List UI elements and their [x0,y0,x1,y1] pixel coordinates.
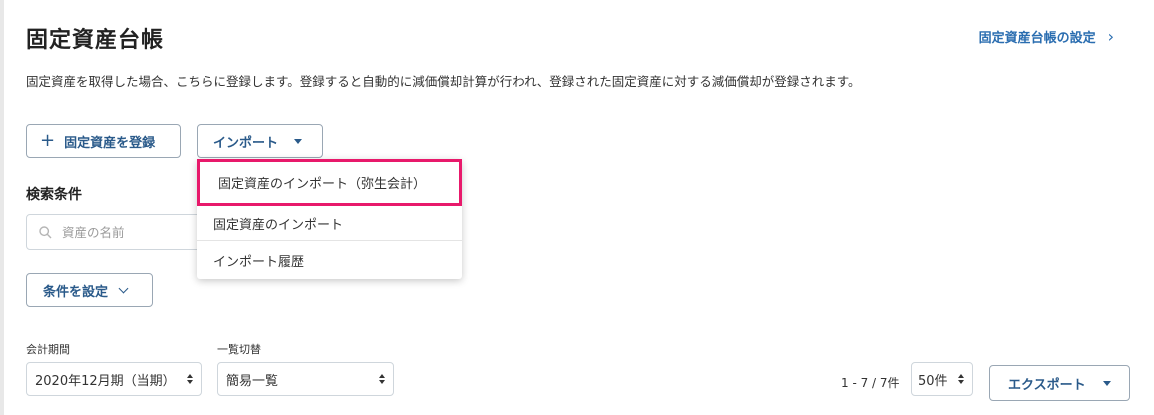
result-range: 1 - 7 / 7件 [841,376,900,390]
register-asset-label: 固定資産を登録 [64,135,156,151]
fiscal-period-value: 2020年12月期（当期） [35,373,176,389]
menu-item-import-history[interactable]: インポート履歴 [197,242,462,279]
menu-item-label: インポート履歴 [213,255,305,270]
menu-item-label: 固定資産のインポート [213,217,344,233]
caret-down-icon [294,138,303,144]
view-switch-value: 簡易一覧 [226,373,279,389]
asset-name-input[interactable] [62,224,212,240]
left-edge-rule [0,0,4,415]
ledger-settings-link[interactable]: 固定資産台帳の設定 › [979,27,1114,46]
import-dropdown-menu: 固定資産のインポート（弥生会計） 固定資産のインポート インポート履歴 [197,159,462,279]
view-switch-select[interactable]: 簡易一覧 [217,362,394,396]
ledger-settings-label: 固定資産台帳の設定 [978,31,1096,46]
chevron-down-icon [118,283,129,293]
menu-item-label: 固定資産のインポート（弥生会計） [218,177,427,192]
set-conditions-button[interactable]: 条件を設定 [26,273,153,307]
import-button[interactable]: インポート [197,124,323,158]
select-arrows-icon [187,374,193,384]
chevron-right-icon: › [1107,27,1114,46]
menu-item-import-assets[interactable]: 固定資産のインポート [197,206,462,241]
select-arrows-icon [958,374,964,384]
asset-name-search[interactable] [26,214,226,250]
import-label: インポート [213,135,279,151]
register-asset-button[interactable]: + 固定資産を登録 [26,124,181,158]
page-title: 固定資産台帳 [26,28,165,53]
plus-icon: + [40,130,56,151]
export-button[interactable]: エクスポート [989,365,1130,401]
select-arrows-icon [379,374,385,384]
search-conditions-heading: 検索条件 [26,187,82,203]
export-label: エクスポート [1008,377,1086,393]
menu-item-import-yayoi[interactable]: 固定資産のインポート（弥生会計） [197,159,462,206]
search-icon [39,225,52,238]
fiscal-period-select[interactable]: 2020年12月期（当期） [26,362,202,396]
per-page-value: 50件 [918,373,948,389]
per-page-select[interactable]: 50件 [911,362,973,396]
caret-down-icon [1102,380,1111,386]
page-description: 固定資産を取得した場合、こちらに登録します。登録すると自動的に減価償却計算が行わ… [26,74,861,89]
fiscal-period-label: 会計期間 [26,343,70,356]
view-switch-label: 一覧切替 [217,343,261,356]
set-conditions-label: 条件を設定 [43,284,109,300]
